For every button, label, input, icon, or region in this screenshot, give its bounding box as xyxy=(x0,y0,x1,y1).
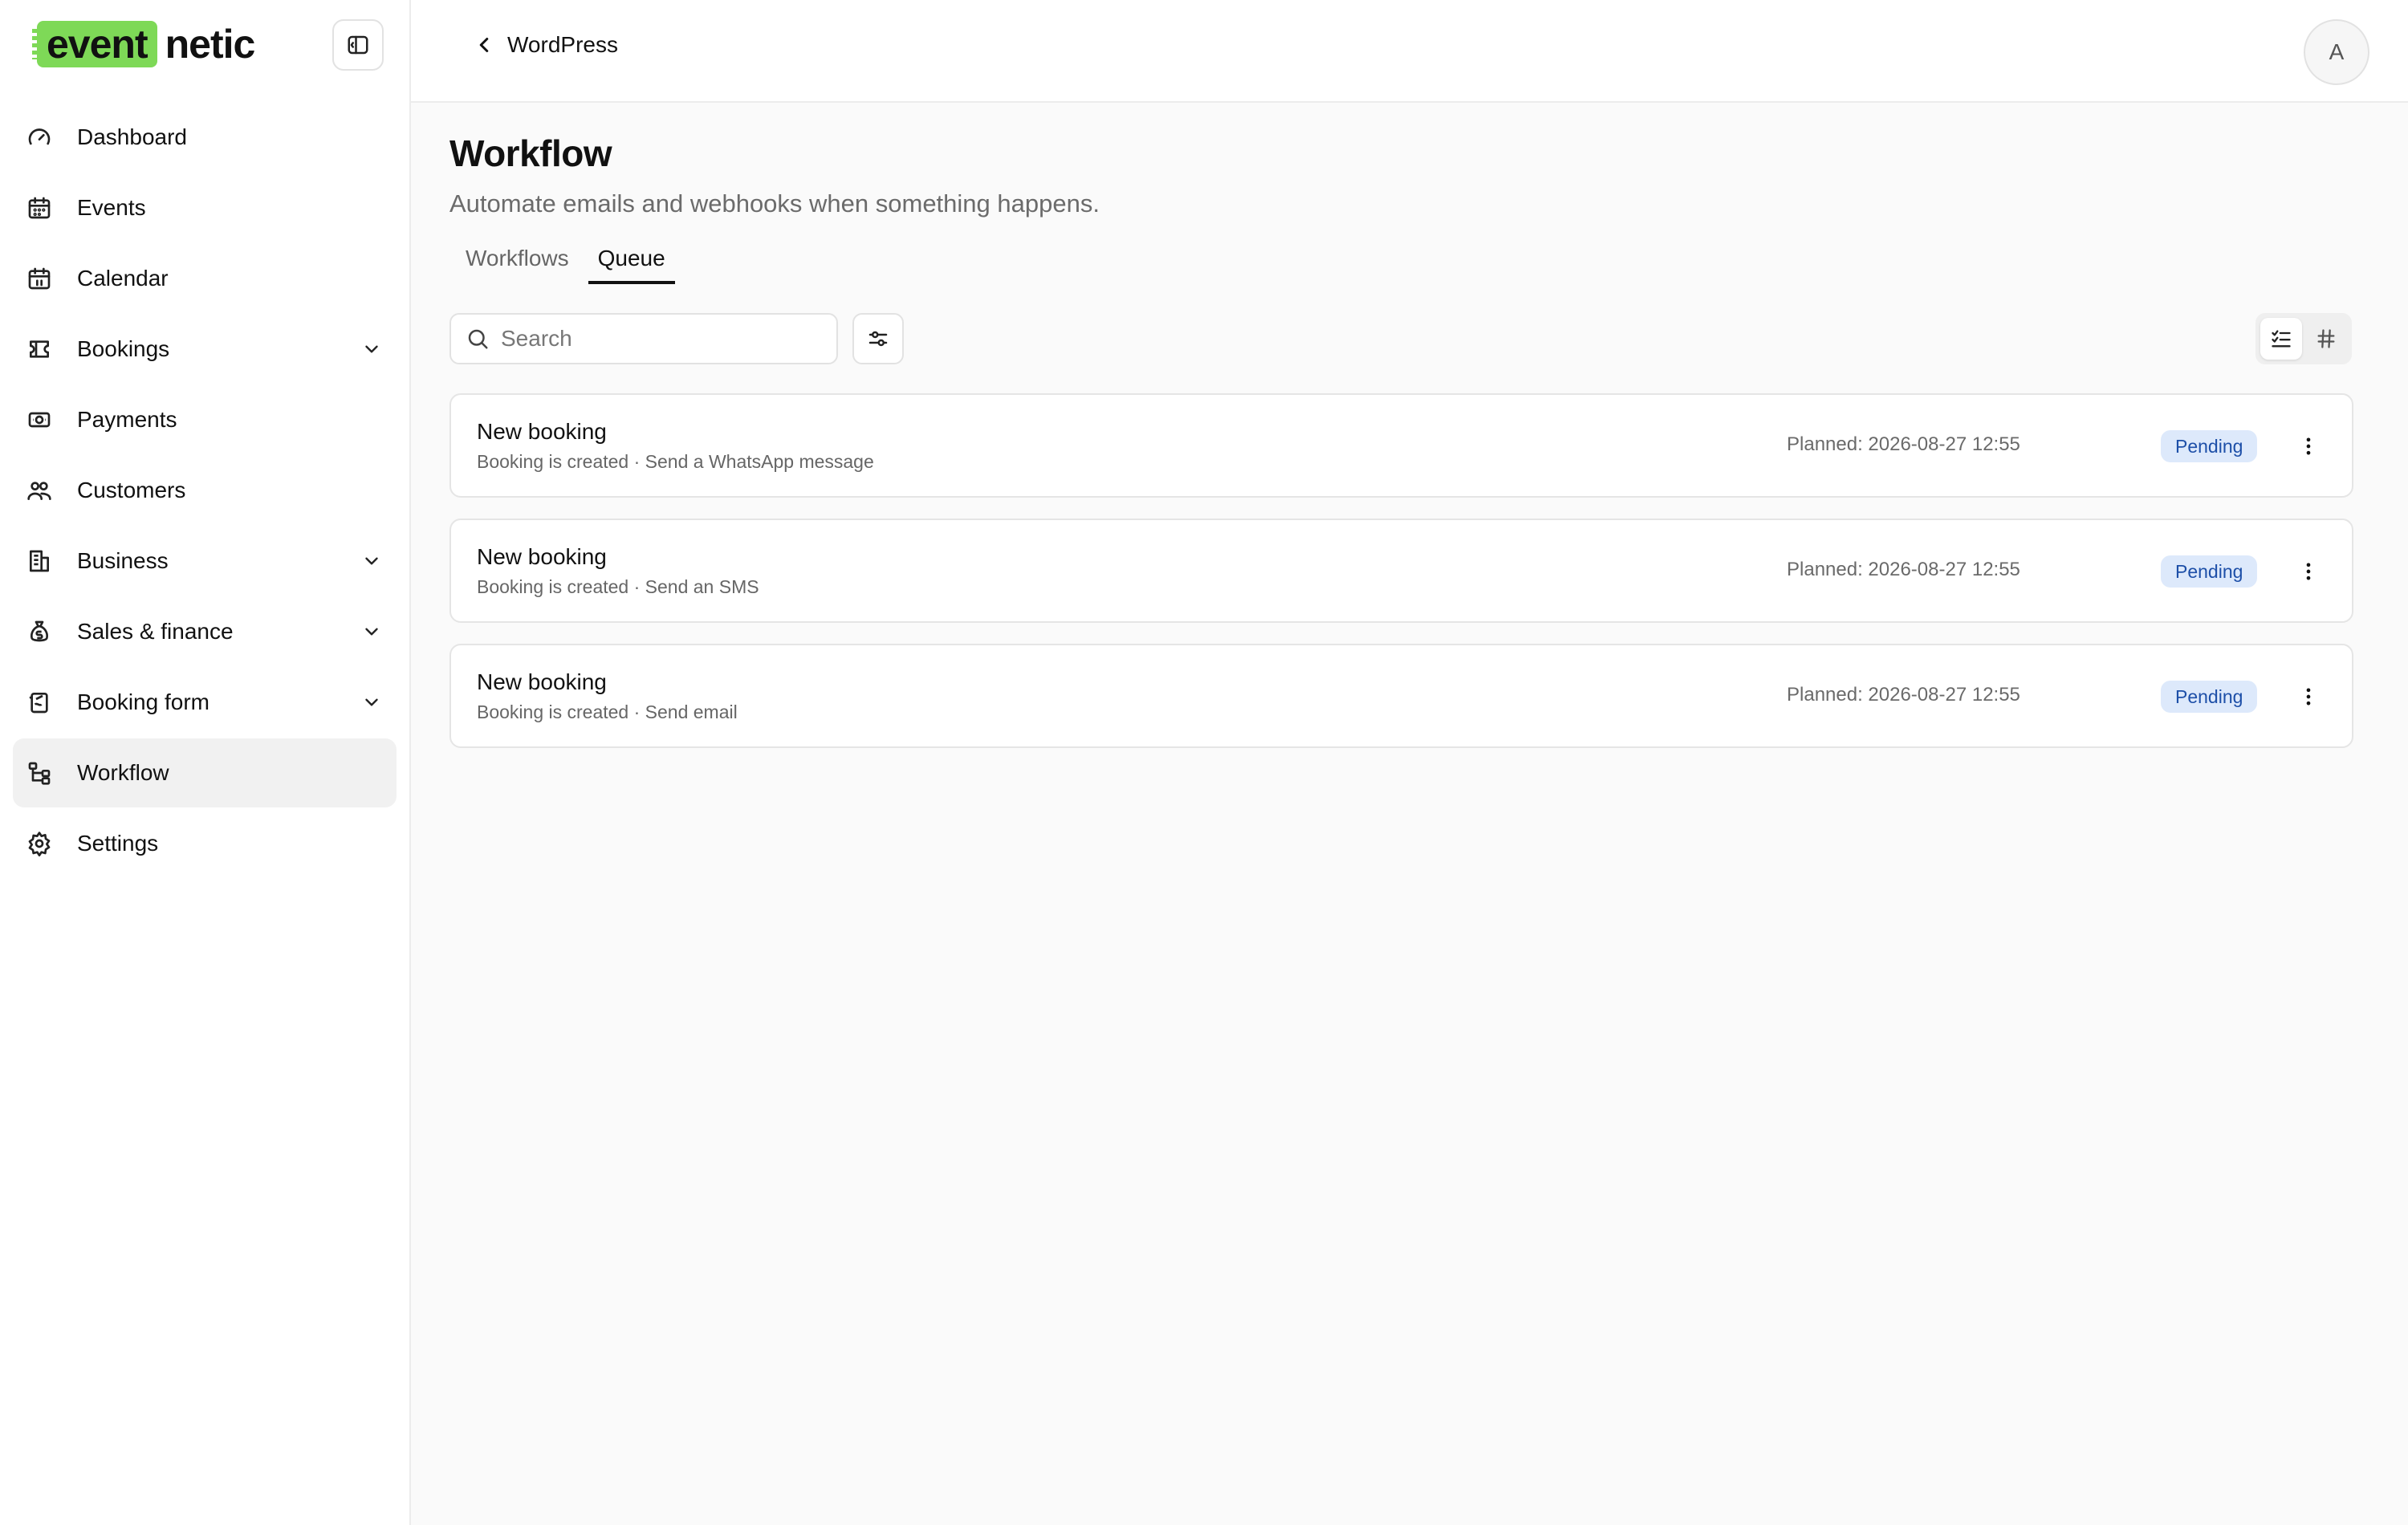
app-root: event netic Dashboard Events Calendar Bo… xyxy=(0,0,2408,1525)
back-link[interactable]: WordPress xyxy=(472,32,618,58)
banknote-icon xyxy=(26,406,53,433)
logo-row: event netic xyxy=(0,0,409,90)
calendar-icon xyxy=(26,265,53,292)
status-badge: Pending xyxy=(2161,430,2258,462)
search-icon xyxy=(468,329,488,349)
building-icon xyxy=(26,547,53,575)
tab-queue[interactable]: Queue xyxy=(588,246,675,284)
users-icon xyxy=(26,477,53,504)
sidebar-nav: Dashboard Events Calendar Bookings Payme… xyxy=(13,103,397,880)
tab-workflows[interactable]: Workflows xyxy=(456,246,579,284)
hash-icon xyxy=(2317,329,2335,348)
sidebar-item-calendar[interactable]: Calendar xyxy=(13,244,397,313)
search-input[interactable] xyxy=(501,326,806,352)
tab-bar: Workflows Queue xyxy=(449,246,2353,284)
sidebar-item-customers[interactable]: Customers xyxy=(13,456,397,525)
kebab-menu-icon xyxy=(2306,437,2311,455)
sidebar: event netic Dashboard Events Calendar Bo… xyxy=(0,0,411,1525)
queue-row-planned: Planned: 2026-08-27 12:55 xyxy=(1787,684,2020,706)
chevron-down-icon[interactable] xyxy=(361,551,382,571)
sidebar-item-workflow[interactable]: Workflow xyxy=(13,738,397,807)
calendar-grid-icon xyxy=(26,194,53,222)
toolbar xyxy=(449,313,2353,366)
sidebar-item-sales-finance[interactable]: Sales & finance xyxy=(13,597,397,666)
sidebar-item-label: Customers xyxy=(77,478,186,502)
sidebar-toggle-button[interactable] xyxy=(332,19,384,71)
sidebar-item-label: Bookings xyxy=(77,336,170,361)
page-content: Workflow Automate emails and webhooks wh… xyxy=(449,103,2353,769)
sliders-icon xyxy=(868,331,888,347)
more-options-button[interactable] xyxy=(2292,681,2325,713)
sidebar-item-payments[interactable]: Payments xyxy=(13,385,397,454)
breadcrumb: WordPress xyxy=(507,32,618,57)
queue-row-meta: Booking is created · Send an SMS xyxy=(477,576,759,597)
sidebar-item-booking-form[interactable]: Booking form xyxy=(13,668,397,737)
money-bag-icon xyxy=(26,618,53,645)
queue-list: New booking Booking is created · Send a … xyxy=(449,393,2353,748)
page-title: Workflow xyxy=(449,132,612,174)
sidebar-item-label: Payments xyxy=(77,407,177,432)
queue-row-title: New booking xyxy=(477,669,607,694)
view-toggle xyxy=(2255,313,2352,364)
more-options-button[interactable] xyxy=(2292,430,2325,462)
sidebar-toggle-icon xyxy=(348,35,368,55)
queue-row-meta: Booking is created · Send a WhatsApp mes… xyxy=(477,451,874,472)
status-badge: Pending xyxy=(2161,555,2258,588)
sidebar-item-label: Events xyxy=(77,195,146,220)
chevron-left-icon xyxy=(479,38,489,52)
queue-row-title: New booking xyxy=(477,544,607,569)
form-icon xyxy=(26,689,53,716)
queue-row[interactable]: New booking Booking is created · Send an… xyxy=(449,518,2353,623)
sidebar-item-label: Business xyxy=(77,548,169,573)
sidebar-item-label: Settings xyxy=(77,831,159,856)
status-badge: Pending xyxy=(2161,681,2258,713)
sidebar-item-label: Workflow xyxy=(77,760,169,785)
sidebar-item-label: Sales & finance xyxy=(77,619,234,644)
workflow-icon xyxy=(26,759,53,787)
queue-row-meta: Booking is created · Send email xyxy=(477,702,738,722)
sidebar-item-label: Calendar xyxy=(77,266,169,291)
ticket-icon xyxy=(26,336,53,363)
checklist-icon xyxy=(2272,330,2291,348)
chevron-down-icon[interactable] xyxy=(361,339,382,360)
sidebar-item-label: Dashboard xyxy=(77,124,187,149)
sidebar-item-settings[interactable]: Settings xyxy=(13,809,397,878)
queue-row[interactable]: New booking Booking is created · Send em… xyxy=(449,644,2353,748)
sidebar-item-business[interactable]: Business xyxy=(13,527,397,596)
logo-highlight: event xyxy=(32,21,157,67)
sidebar-item-events[interactable]: Events xyxy=(13,173,397,242)
logo-rest: netic xyxy=(165,22,256,67)
kebab-menu-icon xyxy=(2306,688,2311,706)
gauge-icon xyxy=(26,124,53,151)
filter-button[interactable] xyxy=(852,313,904,364)
queue-row-title: New booking xyxy=(477,419,607,444)
sidebar-item-bookings[interactable]: Bookings xyxy=(13,315,397,384)
chevron-down-icon[interactable] xyxy=(361,621,382,642)
gear-icon xyxy=(26,830,53,857)
page-subtitle: Automate emails and webhooks when someth… xyxy=(449,189,1100,218)
sidebar-item-dashboard[interactable]: Dashboard xyxy=(13,103,397,172)
queue-row-planned: Planned: 2026-08-27 12:55 xyxy=(1787,559,2020,580)
grid-view-button[interactable] xyxy=(2305,318,2347,360)
queue-row-planned: Planned: 2026-08-27 12:55 xyxy=(1787,433,2020,455)
search-box xyxy=(449,313,838,364)
sidebar-item-label: Booking form xyxy=(77,689,209,714)
main-area: WordPress A Workflow Automate emails and… xyxy=(411,0,2408,1525)
avatar[interactable]: A xyxy=(2304,19,2369,85)
list-view-button[interactable] xyxy=(2260,318,2302,360)
brand-logo[interactable]: event netic xyxy=(32,21,256,67)
queue-row[interactable]: New booking Booking is created · Send a … xyxy=(449,393,2353,498)
kebab-menu-icon xyxy=(2306,563,2311,580)
top-bar: WordPress A xyxy=(411,0,2408,103)
chevron-down-icon[interactable] xyxy=(361,692,382,713)
more-options-button[interactable] xyxy=(2292,555,2325,588)
